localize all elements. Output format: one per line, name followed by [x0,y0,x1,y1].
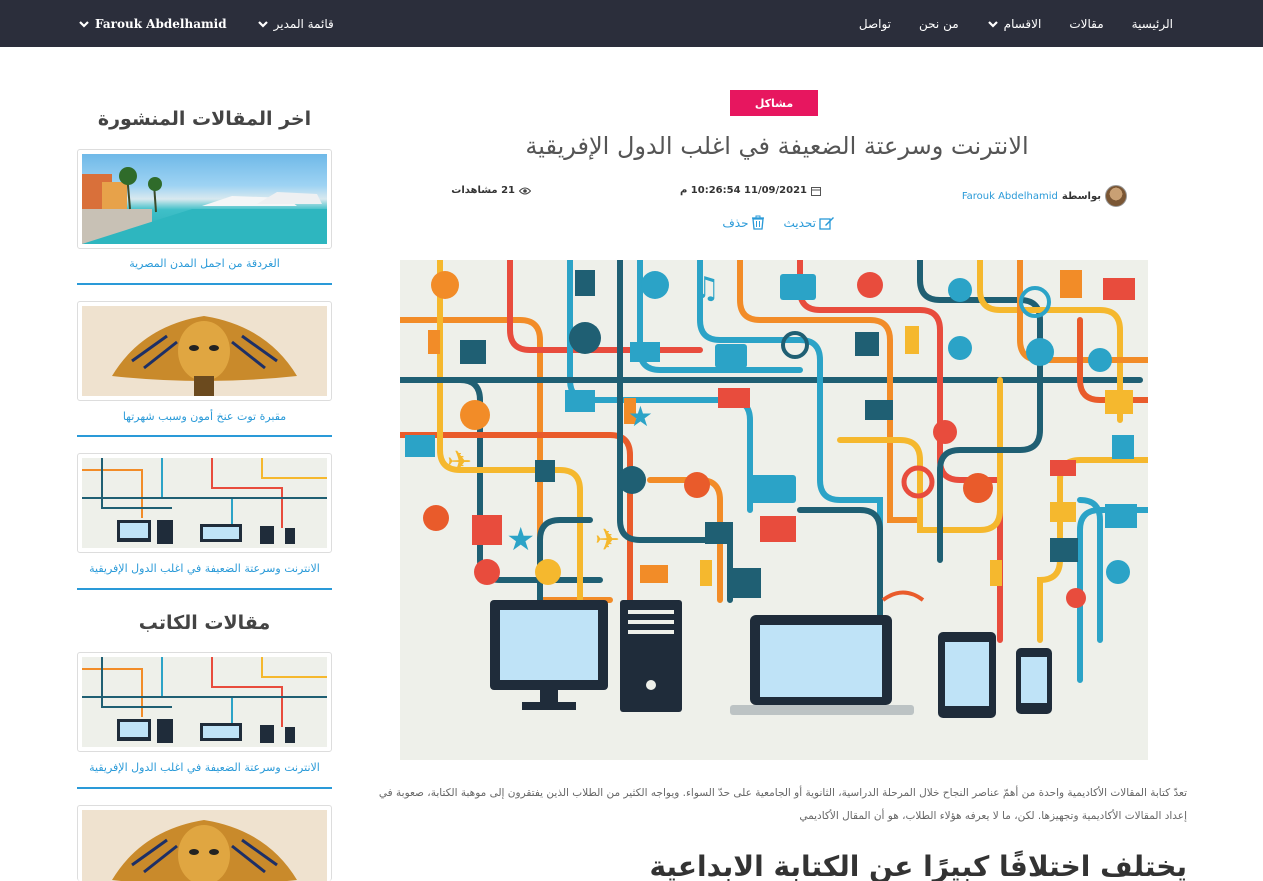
post-datetime: 11/09/2021 10:26:54 م [679,185,807,196]
network-mini-image [82,657,327,743]
hurghada-image [82,167,327,244]
chevron-down-icon [257,20,268,28]
network-thumbnail [82,458,327,548]
views-meta: 21 مشاهدات [451,185,531,196]
user-name: Farouk Abdelhamid [95,16,227,31]
author-posts-title: مقالات الكاتب [138,612,271,634]
edit-button[interactable]: تحديث [783,215,835,230]
latest-post-link-2[interactable]: مقبرة توت عنخ أمون وسبب شهرتها [77,410,332,423]
nav-sections-dropdown[interactable]: الاقسام [987,16,1042,31]
delete-label: حذف [722,215,749,230]
category-badge[interactable]: مشاكل [730,90,818,116]
article-body-paragraph: تعدّ كتابة المقالات الأكاديمية واحدة من … [378,787,1187,822]
top-navbar: الرئيسية مقالات الاقسام من نحن تواصل Far… [0,0,1263,47]
nav-home-label: الرئيسية [1131,16,1173,31]
nav-home[interactable]: الرئيسية [1132,17,1173,31]
svg-text:★: ★ [506,520,535,558]
author-meta: بواسطة Farouk Abdelhamid [962,185,1127,207]
nav-about[interactable]: من نحن [919,17,959,31]
calendar-icon [811,186,821,196]
user-menu: Farouk Abdelhamid قائمة المدير [78,0,364,47]
latest-post-card-3[interactable] [77,453,332,553]
divider [77,588,332,590]
tutankhamun-thumbnail [82,810,327,881]
tutankhamun-thumbnail [82,306,327,396]
tutankhamun-image [112,820,297,881]
hurghada-thumbnail [82,154,327,244]
trash-icon [752,215,765,230]
chevron-down-icon [79,20,89,28]
latest-posts-title: اخر المقالات المنشورة [97,108,312,130]
date-meta: 11/09/2021 10:26:54 م [680,185,821,196]
admin-menu-label: قائمة المدير [273,16,334,31]
author-avatar [1105,185,1127,207]
network-thumbnail [82,657,327,747]
svg-text:✈: ✈ [447,445,472,480]
latest-post-link-3[interactable]: الانترنت وسرعتة الضعيفة في اغلب الدول ال… [77,562,332,575]
divider [77,787,332,789]
admin-menu-dropdown[interactable]: قائمة المدير [257,17,334,31]
nav-contact-label: تواصل [858,16,892,31]
eye-icon [519,187,531,194]
article-title: الانترنت وسرعتة الضعيفة في اغلب الدول ال… [525,132,1029,160]
article-hero-image: ♫ ★ ✈ ★ ✈ [400,260,1148,760]
divider [77,435,332,437]
main-menu: الرئيسية مقالات الاقسام من نحن تواصل [831,0,1173,47]
latest-post-link-1[interactable]: الغردقة من اجمل المدن المصرية [77,257,332,270]
network-mini-image [82,458,327,544]
svg-text:✈: ✈ [595,523,620,558]
user-dropdown[interactable]: Farouk Abdelhamid [78,17,227,31]
author-post-card-2[interactable] [77,805,332,881]
by-label: بواسطة [1061,190,1101,202]
views-count: 21 مشاهدات [451,185,515,196]
nav-articles-label: مقالات [1069,16,1104,31]
nav-about-label: من نحن [919,16,959,31]
svg-text:♫: ♫ [693,271,720,306]
author-post-card-1[interactable] [77,652,332,752]
author-post-link-1[interactable]: الانترنت وسرعتة الضعيفة في اغلب الدول ال… [77,761,332,774]
nav-articles[interactable]: مقالات [1069,17,1103,31]
edit-label: تحديث [783,215,816,230]
chevron-down-icon [987,20,998,28]
svg-text:★: ★ [628,400,653,433]
nav-contact[interactable]: تواصل [859,17,891,31]
article-subheading: يختلف اختلافًا كبيرًا عن الكتابة الابداع… [649,850,1187,881]
author-link[interactable]: Farouk Abdelhamid [962,191,1058,202]
latest-post-card-2[interactable] [77,301,332,401]
edit-icon [819,216,834,230]
latest-post-card-1[interactable] [77,149,332,249]
tutankhamun-image [112,316,297,396]
delete-button[interactable]: حذف [722,215,765,230]
divider [77,283,332,285]
network-illustration: ♫ ★ ✈ ★ ✈ [400,260,1148,718]
nav-sections-label: الاقسام [1003,16,1042,31]
article-actions: تحديث حذف [722,215,835,230]
